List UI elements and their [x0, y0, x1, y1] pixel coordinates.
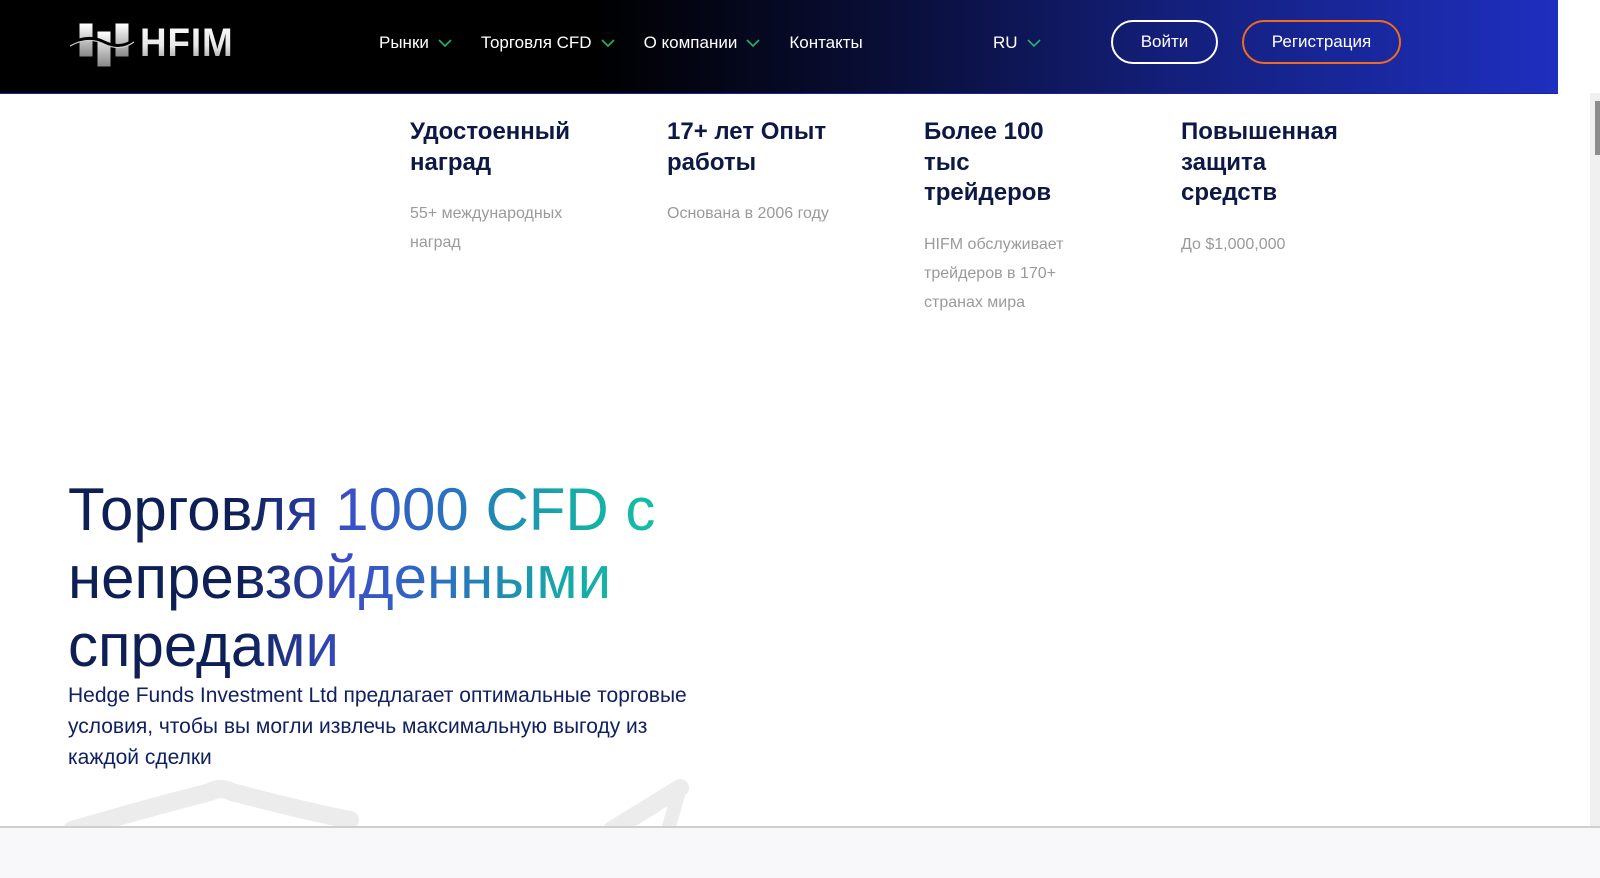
- nav-item-label: Рынки: [379, 33, 429, 52]
- nav-item-cfd-trading[interactable]: Торговля CFD: [481, 33, 615, 53]
- feature-title: Более 100 тыс трейдеров: [924, 118, 1052, 206]
- feature-description: 55+ международных наград: [410, 205, 563, 251]
- scrollbar-thumb[interactable]: [1595, 101, 1600, 155]
- hero-title: Торговля 1000 CFD с непревзойденными спр…: [68, 476, 688, 680]
- scrollbar[interactable]: [1590, 93, 1600, 826]
- logo[interactable]: HFIM: [68, 10, 243, 76]
- nav-item-label: О компании: [643, 33, 738, 52]
- nav-item-label: Торговля CFD: [480, 33, 592, 52]
- feature-awards: Удостоенный наград 55+ международных наг…: [410, 117, 667, 317]
- nav-item-markets[interactable]: Рынки: [379, 33, 452, 53]
- decorative-shape-icon: [63, 779, 689, 830]
- chevron-down-icon: [1026, 38, 1041, 47]
- feature-title: Повышенная защита средств: [1181, 118, 1338, 206]
- chevron-down-icon: [601, 38, 615, 47]
- feature-protection: Повышенная защита средств До $1,000,000: [1181, 117, 1438, 317]
- chevron-down-icon: [746, 38, 760, 47]
- feature-description: HIFM обслуживает трейдеров в 170+ страна…: [924, 235, 1064, 311]
- candlestick-logo-icon: [69, 12, 135, 74]
- feature-description: Основана в 2006 году: [667, 205, 829, 222]
- language-selector[interactable]: RU: [993, 33, 1041, 53]
- language-label: RU: [993, 33, 1018, 52]
- feature-traders: Более 100 тыс трейдеров HIFM обслуживает…: [924, 117, 1181, 317]
- feature-title: 17+ лет Опыт работы: [667, 118, 827, 176]
- site-header: HFIM Рынки Торговля CFD О компании Конта…: [0, 0, 1558, 94]
- feature-title: Удостоенный наград: [410, 118, 571, 176]
- login-button[interactable]: Войти: [1111, 20, 1218, 64]
- main-nav: Рынки Торговля CFD О компании Контакты: [379, 33, 892, 53]
- hero-description: Hedge Funds Investment Ltd предлагает оп…: [68, 684, 687, 769]
- register-button[interactable]: Регистрация: [1242, 20, 1401, 64]
- page-edge: [1558, 0, 1600, 93]
- logo-text: HFIM: [140, 20, 234, 65]
- feature-description: До $1,000,000: [1181, 235, 1286, 253]
- features-section: Удостоенный наград 55+ международных наг…: [410, 117, 1438, 317]
- bottom-bar: [0, 826, 1600, 878]
- nav-item-about[interactable]: О компании: [644, 33, 761, 53]
- chevron-down-icon: [438, 38, 452, 47]
- nav-item-label: Контакты: [789, 33, 863, 52]
- feature-experience: 17+ лет Опыт работы Основана в 2006 году: [667, 117, 924, 317]
- nav-item-contacts[interactable]: Контакты: [789, 33, 862, 53]
